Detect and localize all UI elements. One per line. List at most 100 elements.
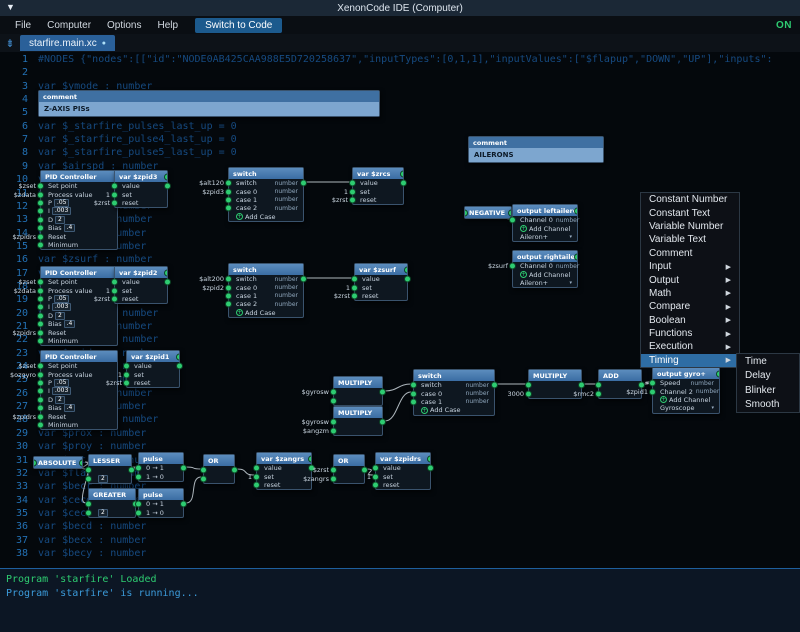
power-status-indicator[interactable]: ON	[776, 20, 792, 31]
value-input[interactable]: 2	[55, 312, 65, 320]
port-in-dot[interactable]	[112, 296, 117, 301]
node-row[interactable]: Minimum	[41, 241, 117, 249]
node-row[interactable]: 1 → 0	[139, 508, 183, 516]
port-out-dot[interactable]	[309, 456, 311, 461]
port-in-dot[interactable]	[38, 184, 43, 189]
node-row[interactable]: switchnumber	[414, 381, 494, 389]
node-row[interactable]: $angzm	[334, 426, 382, 434]
port-in-dot[interactable]	[124, 372, 129, 377]
port-in-dot[interactable]	[86, 476, 91, 481]
node-row[interactable]: +Add Case	[414, 406, 494, 414]
port-out-dot[interactable]	[405, 277, 410, 282]
port-out-dot[interactable]	[401, 181, 406, 186]
port-in-dot[interactable]	[124, 364, 129, 369]
add-icon[interactable]: +	[660, 396, 667, 403]
port-in-dot[interactable]	[86, 510, 91, 515]
port-in-dot[interactable]	[510, 218, 515, 223]
port-in-dot[interactable]	[38, 192, 43, 197]
port-in-dot[interactable]	[136, 502, 141, 507]
port-out-dot[interactable]	[717, 371, 719, 376]
node-row[interactable]: $zrstreset	[127, 379, 179, 387]
node-row[interactable]: case 1number	[414, 398, 494, 406]
port-in-dot[interactable]	[226, 197, 231, 202]
port-out-dot[interactable]	[380, 390, 385, 395]
node-row[interactable]: value	[115, 278, 167, 286]
port-in-dot[interactable]	[112, 192, 117, 197]
port-in-dot[interactable]	[373, 474, 378, 479]
menu-computer[interactable]: Computer	[40, 18, 98, 33]
submenu-item-time[interactable]: Time	[737, 354, 799, 369]
node-row[interactable]: Minimum	[41, 421, 117, 429]
context-menu-item-functions[interactable]: Functions▶	[641, 327, 739, 340]
port-out-dot[interactable]	[80, 460, 82, 465]
port-in-dot[interactable]	[38, 338, 43, 343]
dropdown-caret-icon[interactable]: ▾	[711, 405, 714, 411]
port-in-dot[interactable]	[650, 381, 655, 386]
output-node-gyro[interactable]: output gyro+Speednumber$zpid1Channel 2nu…	[652, 367, 720, 414]
node-row[interactable]	[204, 474, 234, 482]
port-in-dot[interactable]	[331, 420, 336, 425]
node-row[interactable]: +Add Channel	[513, 224, 577, 232]
add-icon[interactable]: +	[421, 407, 428, 414]
node-row[interactable]: Minimum	[41, 337, 117, 345]
node-row[interactable]: value	[355, 275, 407, 283]
pulse-node-1[interactable]: pulse0 → 11 → 0	[138, 452, 184, 482]
port-in-dot[interactable]	[38, 226, 43, 231]
port-in-dot[interactable]	[34, 460, 36, 465]
port-in-dot[interactable]	[331, 398, 336, 403]
node-row[interactable]: $zpid1Channel 2number	[653, 387, 719, 395]
node-row[interactable]: case 2number	[229, 204, 303, 212]
scroll-to-top-icon[interactable]: ⇟	[0, 37, 20, 50]
port-in-dot[interactable]	[350, 181, 355, 186]
node-row[interactable]: +Add Channel	[513, 270, 577, 278]
port-in-dot[interactable]	[510, 264, 515, 269]
variable-node-zpidrs[interactable]: var $zpidrsvalue1setreset	[375, 452, 431, 490]
node-row[interactable]: I.003	[41, 207, 117, 215]
port-in-dot[interactable]	[201, 476, 206, 481]
node-row[interactable]: value	[376, 464, 430, 472]
value-input[interactable]: .05	[54, 199, 70, 207]
context-menu-item-execution[interactable]: Execution▶	[641, 340, 739, 353]
node-row[interactable]: $zrst	[334, 466, 364, 474]
port-in-dot[interactable]	[373, 482, 378, 487]
node-row[interactable]: value	[127, 362, 179, 370]
context-menu-item-math[interactable]: Math▶	[641, 287, 739, 300]
port-in-dot[interactable]	[38, 217, 43, 222]
switch-node-3[interactable]: switchswitchnumbercase 0numbercase 1numb…	[413, 369, 495, 416]
port-out-dot[interactable]	[181, 466, 186, 471]
node-row[interactable]: $zrstreset	[353, 196, 403, 204]
port-in-dot[interactable]	[596, 391, 601, 396]
window-menu-caret-icon[interactable]: ▼	[6, 2, 15, 12]
node-row[interactable]: 0 → 1	[139, 464, 183, 472]
port-in-dot[interactable]	[136, 510, 141, 515]
port-out-dot[interactable]	[492, 383, 497, 388]
pid-controller-node-1[interactable]: PID Controller$zsetSet point$zdataProces…	[40, 170, 118, 250]
port-out-dot[interactable]	[380, 420, 385, 425]
node-row[interactable]: I.003	[41, 387, 117, 395]
value-input[interactable]: 2	[98, 475, 108, 483]
port-in-dot[interactable]	[352, 293, 357, 298]
value-input[interactable]: .003	[52, 387, 71, 395]
port-in-dot[interactable]	[112, 200, 117, 205]
port-out-dot[interactable]	[232, 468, 237, 473]
node-row[interactable]: value	[257, 464, 311, 472]
context-menu-item-constant-text[interactable]: Constant Text	[641, 206, 739, 219]
context-menu-item-comment[interactable]: Comment	[641, 247, 739, 260]
port-in-dot[interactable]	[38, 330, 43, 335]
port-in-dot[interactable]	[526, 383, 531, 388]
node-row[interactable]	[89, 500, 135, 508]
port-in-dot[interactable]	[226, 285, 231, 290]
node-row[interactable]: +Add Channel	[653, 396, 719, 404]
node-row[interactable]: $zrstreset	[355, 292, 407, 300]
port-in-dot[interactable]	[350, 197, 355, 202]
port-out-dot[interactable]	[301, 181, 306, 186]
submenu-item-blinker[interactable]: Blinker	[737, 383, 799, 398]
add-icon[interactable]: +	[236, 309, 243, 316]
port-in-dot[interactable]	[226, 302, 231, 307]
node-row[interactable]	[89, 466, 131, 474]
context-menu-item-timing[interactable]: Timing▶	[641, 354, 739, 367]
port-out-dot[interactable]	[177, 354, 179, 359]
node-row[interactable]: 1set	[353, 187, 403, 195]
port-in-dot[interactable]	[254, 474, 259, 479]
greater-node[interactable]: GREATER2	[88, 488, 136, 518]
